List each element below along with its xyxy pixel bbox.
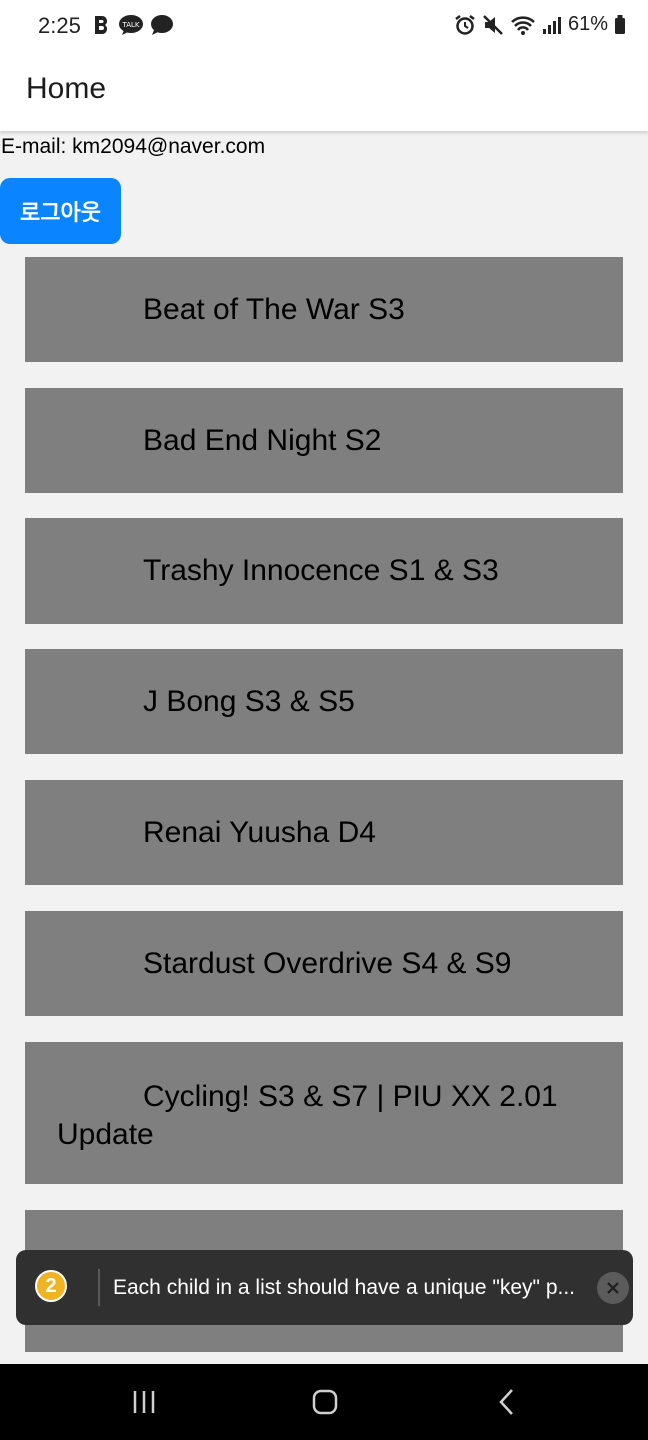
blog-app-icon	[95, 16, 107, 34]
back-icon[interactable]	[487, 1386, 527, 1418]
list-item[interactable]: Renai Yuusha D4	[25, 780, 623, 885]
toast-divider	[98, 1269, 100, 1306]
list-item[interactable]: Beat of The War S3	[25, 257, 623, 362]
battery-icon	[615, 14, 625, 34]
battery-percent: 61%	[567, 13, 608, 35]
list-item[interactable]: Cycling! S3 & S7 | PIU XX 2.01 Update	[25, 1042, 623, 1184]
notification-icons: TALK	[92, 14, 174, 36]
home-icon[interactable]	[305, 1386, 345, 1418]
status-time: 2:25	[38, 13, 81, 38]
recent-apps-icon[interactable]	[124, 1386, 164, 1418]
signal-icon	[542, 16, 561, 34]
wifi-icon	[511, 15, 535, 35]
mute-icon	[483, 14, 503, 35]
toast-count-badge: 2	[35, 1270, 67, 1302]
list-item[interactable]: Bad End Night S2	[25, 388, 623, 493]
status-bar: 2:25 TALK 61%	[0, 0, 648, 56]
list-item[interactable]: Stardust Overdrive S4 & S9	[25, 911, 623, 1016]
svg-text:TALK: TALK	[121, 21, 139, 29]
app-bar: Home	[0, 56, 648, 131]
list-item[interactable]: J Bong S3 & S5	[25, 649, 623, 754]
system-nav-bar	[0, 1364, 648, 1440]
alarm-icon	[455, 14, 475, 35]
status-right: 61%	[454, 13, 626, 36]
toast-message: Each child in a list should have a uniqu…	[113, 1276, 576, 1299]
talk-app-icon: TALK	[119, 15, 143, 35]
list-item[interactable]: Trashy Innocence S1 & S3	[25, 518, 623, 624]
page-title: Home	[26, 72, 107, 105]
email-label: E-mail: km2094@naver.com	[1, 135, 266, 158]
error-toast[interactable]: 2 Each child in a list should have a uni…	[16, 1250, 633, 1325]
close-icon[interactable]	[597, 1272, 629, 1304]
chat-bubble-icon	[151, 15, 173, 35]
logout-button[interactable]: 로그아웃	[0, 178, 121, 244]
